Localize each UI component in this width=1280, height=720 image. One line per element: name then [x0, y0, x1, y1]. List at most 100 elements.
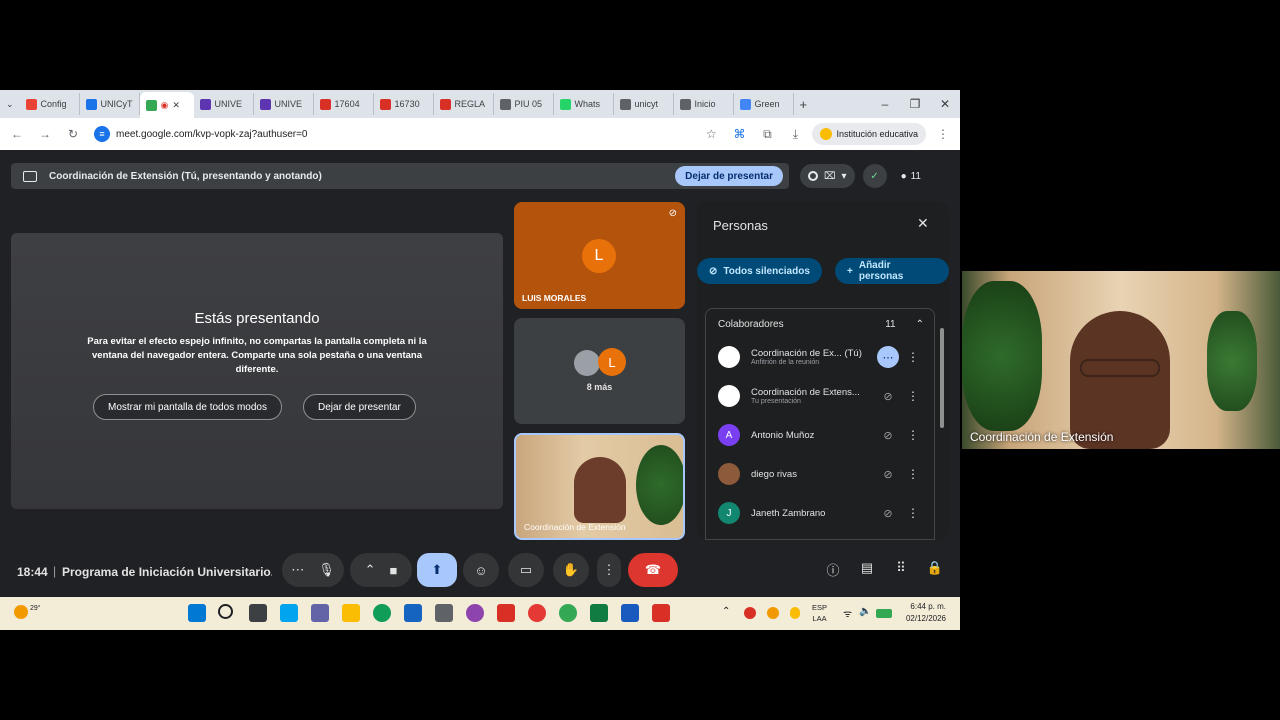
- participant-row[interactable]: Coordinación de Ex... (Tú) Anfitrión de l…: [718, 341, 930, 373]
- site-info-icon[interactable]: ≡: [94, 126, 110, 142]
- browser-tab[interactable]: UNICyT: [80, 93, 140, 115]
- chevron-up-icon[interactable]: ⌃: [722, 606, 730, 617]
- weather-widget[interactable]: 29°: [14, 605, 41, 619]
- mic-off-icon[interactable]: ⊘: [877, 463, 899, 485]
- people-scrollbar[interactable]: [940, 328, 944, 428]
- add-people-button[interactable]: + Añadir personas: [835, 258, 949, 284]
- tray-app-icon[interactable]: [744, 607, 756, 619]
- chat-icon[interactable]: ▤: [857, 560, 877, 580]
- close-tab-icon[interactable]: ✕: [172, 100, 180, 111]
- word-icon[interactable]: [621, 604, 639, 622]
- tab-search-dropdown[interactable]: ⌄: [0, 93, 20, 115]
- browser-menu-icon[interactable]: ⋮: [932, 123, 954, 145]
- participants-button[interactable]: ● 11: [895, 164, 927, 188]
- person-figure: [574, 457, 626, 523]
- volume-icon[interactable]: 🔈: [859, 606, 871, 617]
- new-tab-button[interactable]: +: [794, 93, 814, 115]
- excel-icon[interactable]: [590, 604, 608, 622]
- browser-tab[interactable]: UNIVE: [194, 93, 254, 115]
- omnibox[interactable]: ≡ meet.google.com/kvp-vopk-zaj?authuser=…: [90, 123, 695, 145]
- extensions-icon[interactable]: ⧉: [756, 123, 778, 145]
- info-icon[interactable]: ⓘ: [823, 560, 843, 580]
- apps-icon[interactable]: ⠿: [891, 560, 911, 580]
- mute-all-button[interactable]: ⊘ Todos silenciados: [697, 258, 822, 284]
- stop-presenting-top-button[interactable]: Dejar de presentar: [675, 166, 783, 186]
- browser-tab[interactable]: PIU 05: [494, 93, 554, 115]
- windows-start-icon[interactable]: [188, 604, 206, 622]
- store-icon[interactable]: [404, 604, 422, 622]
- maximize-button[interactable]: ❐: [900, 90, 930, 118]
- edge-icon[interactable]: [373, 604, 391, 622]
- browser-tab[interactable]: Green: [734, 93, 794, 115]
- file-explorer-icon[interactable]: [342, 604, 360, 622]
- mic-off-icon[interactable]: ⊘: [877, 502, 899, 524]
- speaking-indicator-icon[interactable]: ⋯: [877, 346, 899, 368]
- copilot-icon[interactable]: [466, 604, 484, 622]
- minimize-button[interactable]: –: [870, 90, 900, 118]
- browser-tab[interactable]: Config: [20, 93, 80, 115]
- language-indicator[interactable]: ESP LAA: [812, 602, 827, 624]
- app-icon[interactable]: [528, 604, 546, 622]
- download-icon[interactable]: ⤓: [784, 123, 806, 145]
- acrobat-icon[interactable]: [652, 604, 670, 622]
- profile-chip[interactable]: Institución educativa: [812, 123, 926, 145]
- taskbar-clock[interactable]: 6:44 p. m. 02/12/2026: [906, 601, 946, 625]
- translate-icon[interactable]: ⌘: [728, 123, 750, 145]
- tile-more-participants[interactable]: L 8 más: [514, 318, 685, 424]
- wifi-icon[interactable]: ᯤ: [843, 606, 852, 620]
- battery-icon[interactable]: [876, 609, 892, 618]
- mic-control[interactable]: ⋯ 🎙: [282, 553, 344, 587]
- browser-tab[interactable]: Inicio: [674, 93, 734, 115]
- back-button[interactable]: ←: [6, 123, 28, 145]
- more-vert-icon[interactable]: ⋮: [905, 389, 921, 403]
- captions-button[interactable]: ▭: [508, 553, 544, 587]
- more-vert-icon[interactable]: ⋮: [905, 350, 921, 364]
- teams-icon[interactable]: [311, 604, 329, 622]
- browser-tab[interactable]: Whats: [554, 93, 614, 115]
- participant-row[interactable]: A Antonio Muñoz ⊘ ⋮: [718, 419, 930, 451]
- more-vert-icon[interactable]: ⋮: [905, 428, 921, 442]
- browser-tab[interactable]: 17604: [314, 93, 374, 115]
- more-vert-icon[interactable]: ⋮: [905, 506, 921, 520]
- participant-info: Janeth Zambrano: [751, 508, 869, 519]
- browser-tab[interactable]: REGLA: [434, 93, 494, 115]
- present-button[interactable]: ⬆: [417, 553, 457, 587]
- tray-sync-icon[interactable]: [767, 607, 779, 619]
- chrome-icon[interactable]: [559, 604, 577, 622]
- recording-controls[interactable]: ⌧ ▾: [800, 164, 855, 188]
- antivirus-icon[interactable]: [497, 604, 515, 622]
- tray-mic-icon[interactable]: [790, 607, 800, 619]
- widgets-icon[interactable]: [280, 604, 298, 622]
- show-screen-anyway-button[interactable]: Mostrar mi pantalla de todos modos: [93, 394, 282, 420]
- reload-button[interactable]: ↻: [62, 123, 84, 145]
- browser-tab[interactable]: UNIVE: [254, 93, 314, 115]
- camera-control[interactable]: ⌃ ■: [350, 553, 412, 587]
- floating-self-view[interactable]: Coordinación de Extensión: [962, 271, 1280, 449]
- browser-tab[interactable]: ◉ ✕: [139, 92, 194, 118]
- search-icon[interactable]: [218, 604, 233, 619]
- leave-call-button[interactable]: ☎: [628, 553, 678, 587]
- close-window-button[interactable]: ✕: [930, 90, 960, 118]
- browser-tab[interactable]: 16730: [374, 93, 434, 115]
- emoji-button[interactable]: ☺: [463, 553, 499, 587]
- participant-row[interactable]: diego rivas ⊘ ⋮: [718, 458, 930, 490]
- mic-off-icon[interactable]: ⊘: [877, 385, 899, 407]
- calculator-icon[interactable]: [435, 604, 453, 622]
- host-controls-icon[interactable]: 🔒: [925, 560, 945, 580]
- tile-luis-morales[interactable]: L ⊘ LUIS MORALES: [514, 202, 685, 309]
- collaborators-header[interactable]: Colaboradores 11 ⌃: [718, 319, 924, 330]
- browser-tab[interactable]: unicyt: [614, 93, 674, 115]
- close-icon[interactable]: ✕: [917, 215, 929, 232]
- more-options-button[interactable]: ⋮: [597, 553, 621, 587]
- participant-row[interactable]: Coordinación de Extens... Tu presentación…: [718, 380, 930, 412]
- task-view-icon[interactable]: [249, 604, 267, 622]
- tile-self[interactable]: Coordinación de Extensión: [514, 433, 685, 540]
- participant-row[interactable]: J Janeth Zambrano ⊘ ⋮: [718, 497, 930, 529]
- forward-button[interactable]: →: [34, 123, 56, 145]
- checkmark-icon[interactable]: ✓: [862, 164, 887, 188]
- bookmark-star-icon[interactable]: ☆: [700, 123, 722, 145]
- more-vert-icon[interactable]: ⋮: [905, 467, 921, 481]
- raise-hand-button[interactable]: ✋: [553, 553, 589, 587]
- stop-presenting-button[interactable]: Dejar de presentar: [303, 394, 416, 420]
- mic-off-icon[interactable]: ⊘: [877, 424, 899, 446]
